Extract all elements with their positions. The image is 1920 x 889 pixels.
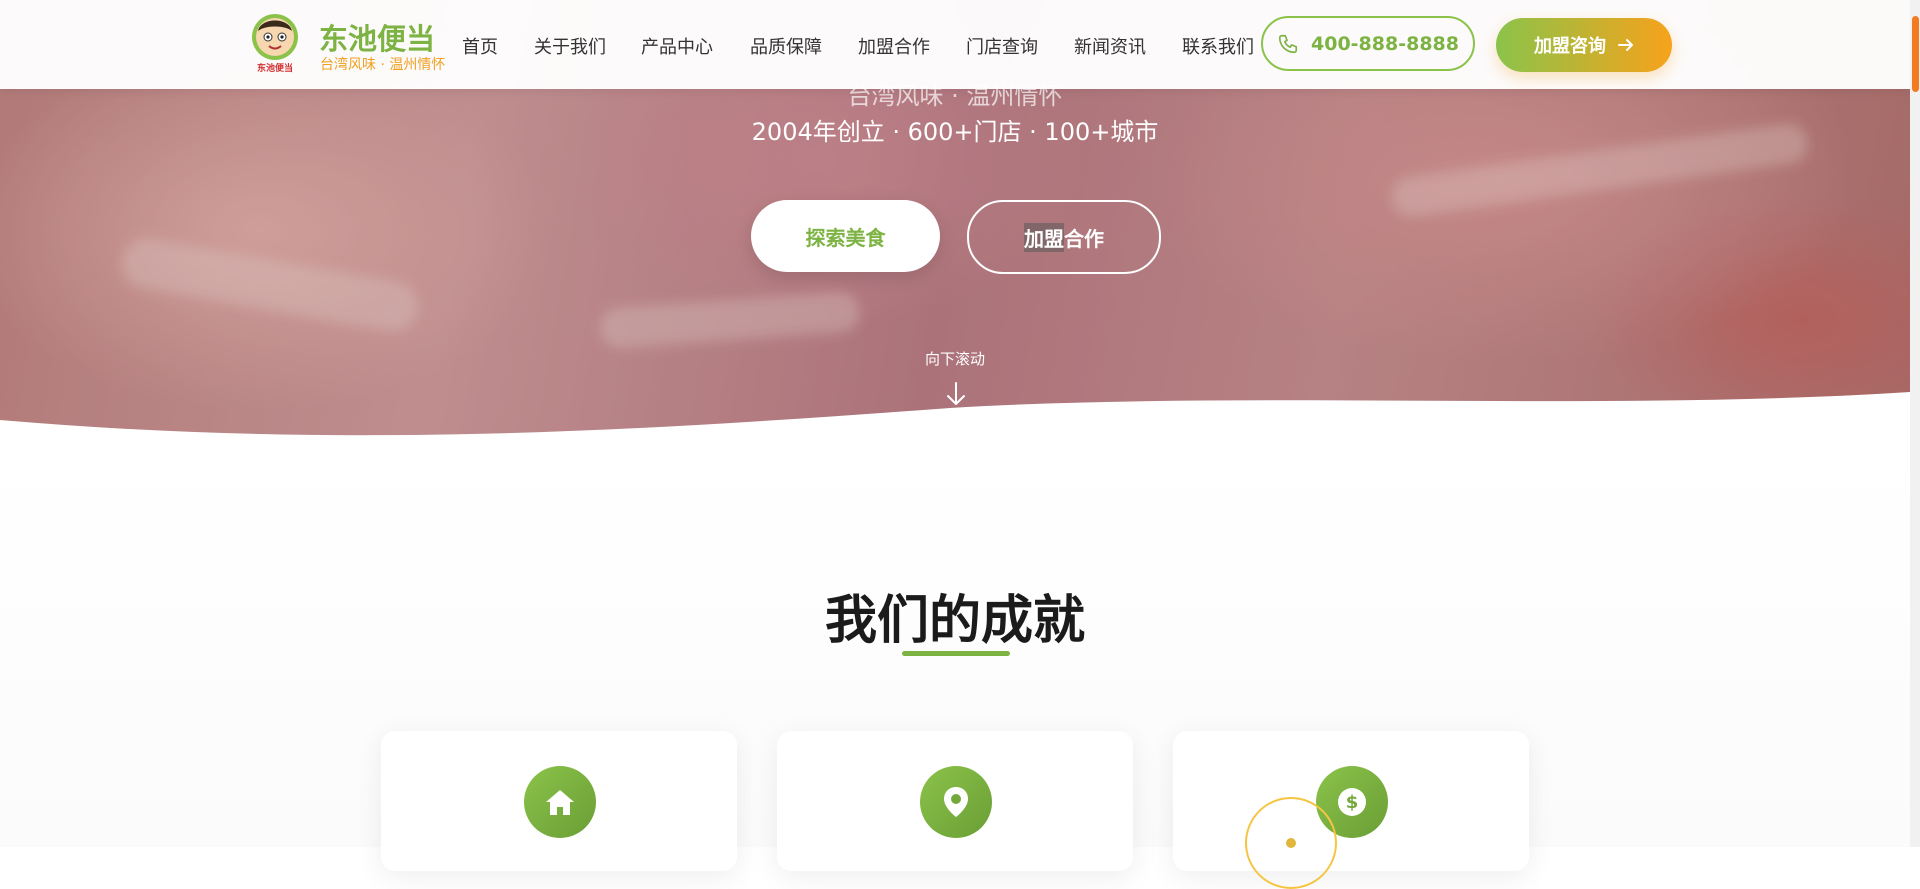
franchise-button[interactable]: 加盟 合作 (967, 200, 1161, 274)
logo-mascot-icon[interactable]: 东池便当 (249, 13, 301, 73)
location-pin-icon (920, 766, 992, 838)
nav-contact[interactable]: 联系我们 (1182, 33, 1254, 59)
franchise-button-label-part2: 合作 (1064, 226, 1104, 251)
brand-name[interactable]: 东池便当 (319, 16, 435, 58)
title-underline (902, 651, 1010, 656)
phone-number: 400-888-8888 (1311, 32, 1459, 55)
phone-icon (1278, 34, 1298, 53)
nav-store-search[interactable]: 门店查询 (966, 33, 1038, 59)
hero-wave-divider (0, 392, 1910, 450)
nav-news[interactable]: 新闻资讯 (1074, 33, 1146, 59)
scrollbar-thumb[interactable] (1912, 16, 1919, 92)
section-title: 我们的成就 (824, 591, 1085, 651)
svg-text:$: $ (1346, 792, 1359, 813)
home-icon (524, 766, 596, 838)
franchise-button-label-part1: 加盟 (1024, 222, 1064, 252)
nav-home[interactable]: 首页 (462, 33, 498, 59)
scroll-hint: 向下滚动 (924, 350, 985, 368)
scrollbar-track[interactable] (1910, 0, 1920, 847)
nav-products[interactable]: 产品中心 (641, 33, 713, 59)
consult-label: 加盟咨询 (1534, 36, 1606, 57)
franchise-consult-button[interactable]: 加盟咨询 (1496, 18, 1672, 72)
nav-quality[interactable]: 品质保障 (750, 33, 822, 59)
phone-button[interactable]: 400-888-8888 (1261, 16, 1475, 71)
explore-food-button[interactable]: 探索美食 (751, 200, 940, 272)
nav-about[interactable]: 关于我们 (534, 33, 606, 59)
brand-slogan: 台湾风味 · 温州情怀 (320, 57, 446, 73)
nav-franchise[interactable]: 加盟合作 (858, 33, 930, 59)
arrow-right-icon (1618, 39, 1633, 51)
site-header: 东池便当 东池便当 台湾风味 · 温州情怀 首页 关于我们 产品中心 品质保障 … (0, 0, 1910, 89)
svg-text:东池便当: 东池便当 (257, 62, 293, 73)
hero-stats: 2004年创立 · 600+门店 · 100+城市 (751, 118, 1159, 146)
